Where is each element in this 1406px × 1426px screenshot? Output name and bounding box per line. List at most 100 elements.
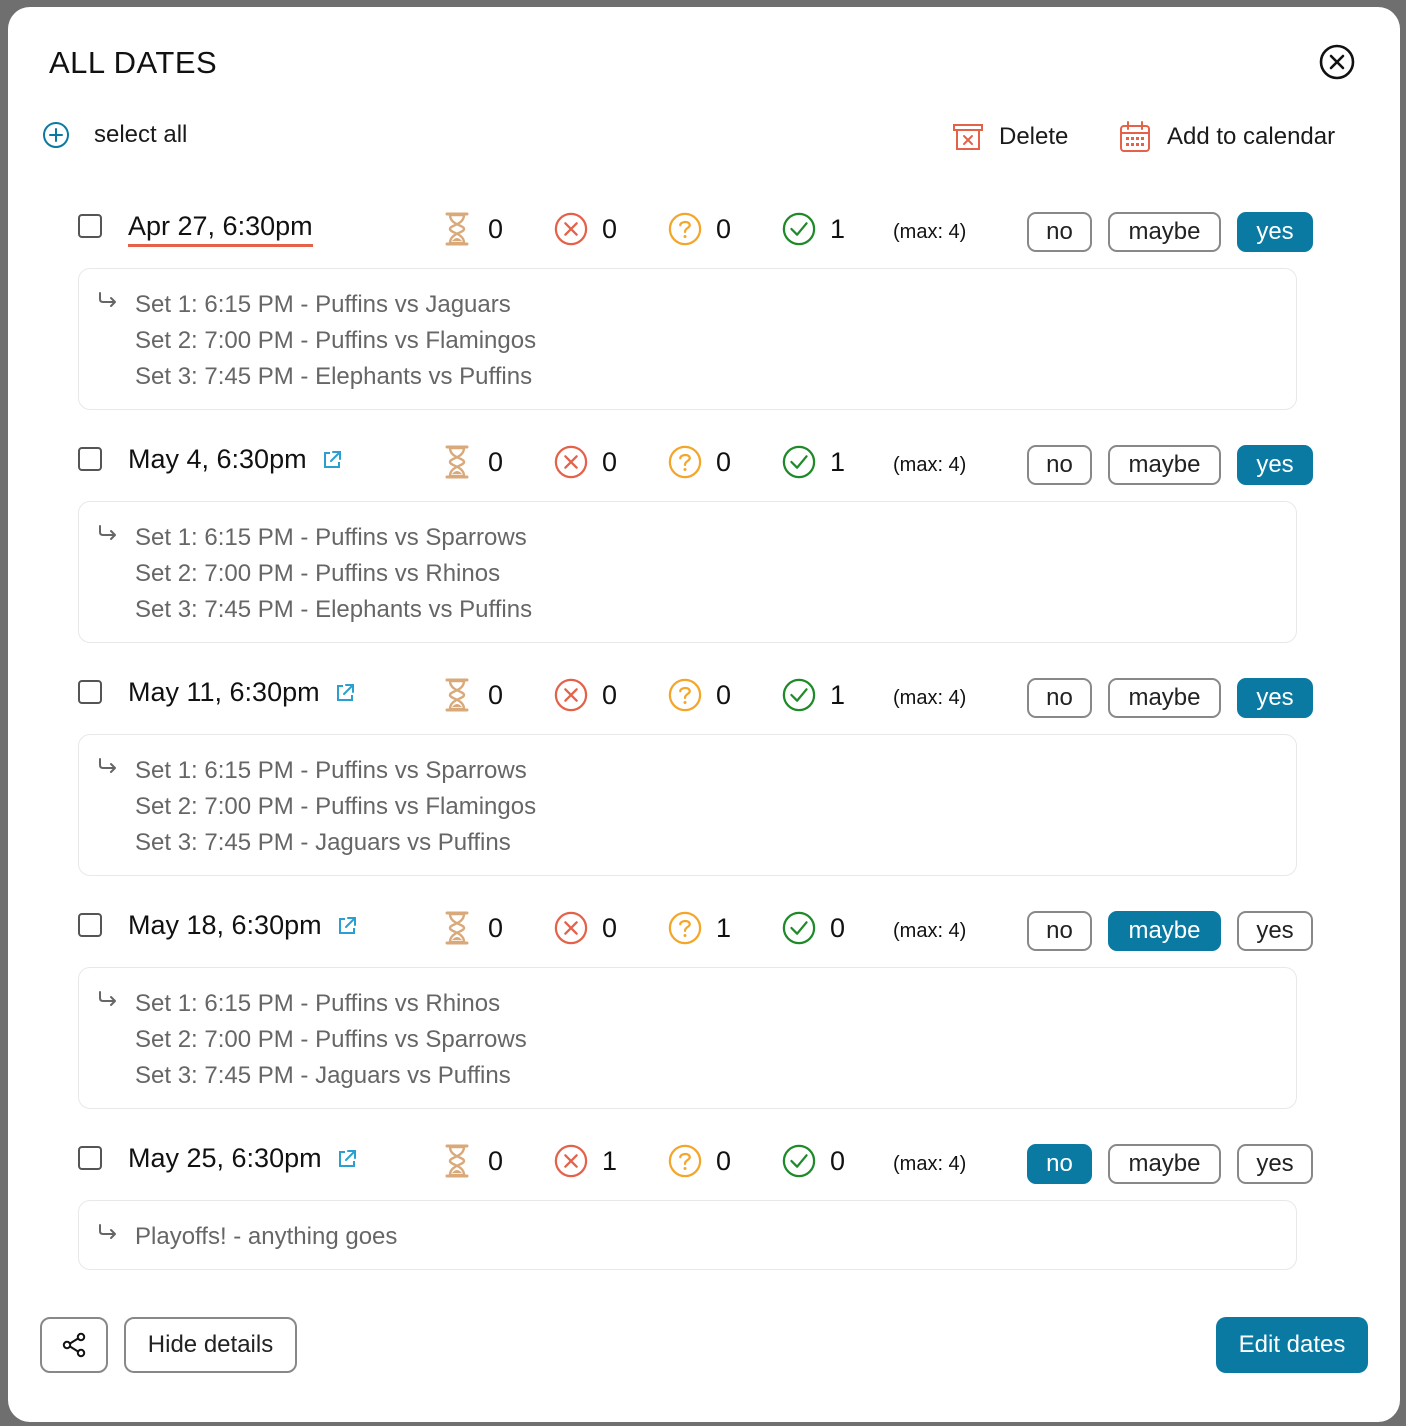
date-checkbox[interactable] xyxy=(78,214,102,238)
max-label: (max: 4) xyxy=(893,920,967,942)
date-row: May 18, 6:30pm 0 0 1 0 (max: 4) no maybe… xyxy=(8,906,1400,956)
detail-line: Set 3: 7:45 PM - Jaguars vs Puffins xyxy=(135,1062,511,1089)
reply-arrow-icon xyxy=(99,758,116,773)
yes-number: 0 xyxy=(830,912,846,943)
pending-count: 0 xyxy=(440,211,503,247)
date-checkbox[interactable] xyxy=(78,913,102,937)
date-checkbox[interactable] xyxy=(78,447,102,471)
edit-dates-button[interactable]: Edit dates xyxy=(1216,1317,1368,1373)
date-list: Apr 27, 6:30pm 0 0 0 1 (max: 4) no maybe… xyxy=(8,207,1400,1372)
rsvp-yes-button[interactable]: yes xyxy=(1237,212,1313,252)
calendar-icon xyxy=(1120,121,1150,152)
pending-number: 0 xyxy=(488,1145,504,1176)
date-row: May 25, 6:30pm 0 1 0 0 (max: 4) no maybe… xyxy=(8,1139,1400,1189)
trash-icon xyxy=(953,124,983,150)
external-link-icon[interactable] xyxy=(334,682,356,704)
no-number: 0 xyxy=(602,446,618,477)
date-row: May 11, 6:30pm 0 0 0 1 (max: 4) no maybe… xyxy=(8,673,1400,723)
rsvp-maybe-button[interactable]: maybe xyxy=(1108,1144,1221,1184)
date-label[interactable]: May 18, 6:30pm xyxy=(128,910,358,941)
yes-number: 1 xyxy=(830,679,846,710)
detail-line: Set 3: 7:45 PM - Jaguars vs Puffins xyxy=(135,829,511,856)
pending-count: 0 xyxy=(440,1143,503,1179)
x-circle-icon xyxy=(554,911,588,945)
share-button[interactable] xyxy=(40,1317,108,1373)
reply-arrow-icon xyxy=(99,991,116,1006)
no-count: 0 xyxy=(554,910,617,946)
date-entry: May 11, 6:30pm 0 0 0 1 (max: 4) no maybe… xyxy=(8,673,1400,906)
rsvp-no-button[interactable]: no xyxy=(1027,1144,1092,1184)
yes-count: 1 xyxy=(782,444,845,480)
select-all-button[interactable]: select all xyxy=(41,120,187,150)
close-icon xyxy=(1319,44,1355,80)
all-dates-modal: ALL DATES select all Delete Add to calen… xyxy=(8,7,1400,1422)
hide-details-button[interactable]: Hide details xyxy=(124,1317,297,1373)
hourglass-icon xyxy=(445,911,469,945)
pending-number: 0 xyxy=(488,213,504,244)
pending-count: 0 xyxy=(440,444,503,480)
question-circle-icon xyxy=(668,911,702,945)
detail-line: Set 2: 7:00 PM - Puffins vs Sparrows xyxy=(135,1026,527,1053)
external-link-icon[interactable] xyxy=(321,449,343,471)
rsvp-no-button[interactable]: no xyxy=(1027,445,1092,485)
no-number: 0 xyxy=(602,912,618,943)
check-circle-icon xyxy=(782,1144,816,1178)
close-button[interactable] xyxy=(1319,44,1355,80)
yes-number: 0 xyxy=(830,1145,846,1176)
external-link-icon[interactable] xyxy=(336,915,358,937)
rsvp-maybe-button[interactable]: maybe xyxy=(1108,678,1221,718)
no-count: 0 xyxy=(554,677,617,713)
date-row: Apr 27, 6:30pm 0 0 0 1 (max: 4) no maybe… xyxy=(8,207,1400,257)
rsvp-no-button[interactable]: no xyxy=(1027,678,1092,718)
detail-line: Set 1: 6:15 PM - Puffins vs Jaguars xyxy=(135,291,511,318)
max-label: (max: 4) xyxy=(893,221,967,243)
maybe-count: 0 xyxy=(668,444,731,480)
yes-count: 0 xyxy=(782,910,845,946)
rsvp-no-button[interactable]: no xyxy=(1027,212,1092,252)
date-text: Apr 27, 6:30pm xyxy=(128,211,313,241)
reply-arrow-icon xyxy=(99,292,116,307)
rsvp-yes-button[interactable]: yes xyxy=(1237,445,1313,485)
date-label[interactable]: May 25, 6:30pm xyxy=(128,1143,358,1174)
date-details: Set 1: 6:15 PM - Puffins vs Rhinos Set 2… xyxy=(78,967,1297,1109)
question-circle-icon xyxy=(668,212,702,246)
add-to-calendar-button[interactable]: Add to calendar xyxy=(1119,120,1335,154)
yes-count: 0 xyxy=(782,1143,845,1179)
hourglass-icon xyxy=(445,212,469,246)
date-details: Set 1: 6:15 PM - Puffins vs Jaguars Set … xyxy=(78,268,1297,410)
max-label: (max: 4) xyxy=(893,687,967,709)
rsvp-maybe-button[interactable]: maybe xyxy=(1108,911,1221,951)
maybe-number: 0 xyxy=(716,1145,732,1176)
detail-line: Set 2: 7:00 PM - Puffins vs Flamingos xyxy=(135,327,537,354)
date-checkbox[interactable] xyxy=(78,680,102,704)
no-number: 1 xyxy=(602,1145,618,1176)
question-circle-icon xyxy=(668,445,702,479)
pending-count: 0 xyxy=(440,910,503,946)
detail-line: Set 1: 6:15 PM - Puffins vs Rhinos xyxy=(135,990,501,1017)
date-checkbox[interactable] xyxy=(78,1146,102,1170)
hourglass-icon xyxy=(445,678,469,712)
date-label[interactable]: May 11, 6:30pm xyxy=(128,677,356,708)
rsvp-no-button[interactable]: no xyxy=(1027,911,1092,951)
no-number: 0 xyxy=(602,213,618,244)
detail-line: Set 3: 7:45 PM - Elephants vs Puffins xyxy=(135,363,533,390)
maybe-number: 0 xyxy=(716,446,732,477)
yes-number: 1 xyxy=(830,446,846,477)
rsvp-yes-button[interactable]: yes xyxy=(1237,678,1313,718)
pending-number: 0 xyxy=(488,679,504,710)
date-label[interactable]: May 4, 6:30pm xyxy=(128,444,343,475)
rsvp-yes-button[interactable]: yes xyxy=(1237,1144,1313,1184)
rsvp-yes-button[interactable]: yes xyxy=(1237,911,1313,951)
date-label[interactable]: Apr 27, 6:30pm xyxy=(128,211,313,247)
no-count: 0 xyxy=(554,211,617,247)
date-details: Set 1: 6:15 PM - Puffins vs Sparrows Set… xyxy=(78,734,1297,876)
maybe-count: 1 xyxy=(668,910,731,946)
maybe-count: 0 xyxy=(668,1143,731,1179)
date-text: May 11, 6:30pm xyxy=(128,677,320,707)
x-circle-icon xyxy=(554,1144,588,1178)
no-number: 0 xyxy=(602,679,618,710)
rsvp-maybe-button[interactable]: maybe xyxy=(1108,445,1221,485)
rsvp-maybe-button[interactable]: maybe xyxy=(1108,212,1221,252)
external-link-icon[interactable] xyxy=(336,1148,358,1170)
delete-button[interactable]: Delete xyxy=(951,120,1068,154)
